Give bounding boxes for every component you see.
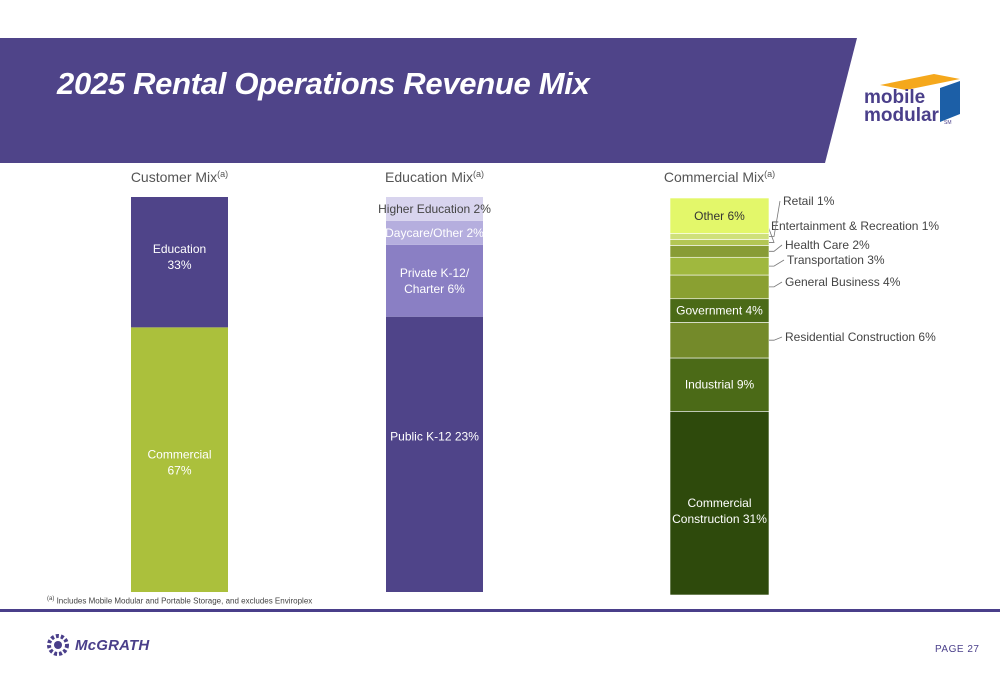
mcgrath-wordmark: McGRATH: [75, 636, 150, 654]
commercial-mix-title-note: (a): [764, 169, 775, 179]
commercial-mix-segment-residential-construction: [669, 322, 770, 359]
education-mix-segment-private-k-12-charter-label-1: Private K-12/: [400, 266, 470, 280]
commercial-mix-segment-health-care-leader-line: [769, 244, 783, 252]
customer-mix-title-note: (a): [217, 169, 228, 179]
education-mix-segment-public-k-12: [386, 316, 483, 592]
commercial-mix-segment-entertainment-recreation: [669, 239, 770, 246]
customer-mix-title: Customer Mix(a): [131, 169, 228, 185]
commercial-mix-segment-residential-construction-leader-line: [769, 336, 783, 341]
commercial-mix-segment-transportation-callout-label: Transportation 3%: [787, 253, 885, 267]
commercial-mix-segment-residential-construction-callout-label: Residential Construction 6%: [785, 330, 936, 344]
revenue-mix-charts: Customer Mix(a) Commercial 67% Education 33%…: [131, 169, 939, 596]
commercial-mix-segment-government-label: Government 4%: [676, 304, 763, 318]
commercial-mix-segment-health-care-callout-label: Health Care 2%: [785, 238, 870, 252]
logo-trademark: SM: [944, 120, 952, 126]
commercial-mix-segment-transportation: [669, 256, 770, 276]
commercial-mix-segment-retail-callout-label: Retail 1%: [783, 194, 835, 208]
education-mix-segment-higher-education-label: Higher Education 2%: [378, 202, 491, 216]
education-mix-title: Education Mix(a): [385, 169, 484, 185]
education-mix-segment-private-k-12-charter: [386, 244, 483, 317]
commercial-mix-segment-retail: [669, 233, 770, 240]
education-mix-segment-private-k-12-charter-label-2: Charter 6%: [404, 282, 465, 296]
education-mix-title-note: (a): [473, 169, 484, 179]
footnote-marker: (a): [47, 596, 55, 602]
mobile-modular-logo: mobile modular SM: [858, 70, 968, 132]
customer-mix-segment-commercial-label-2: 67%: [167, 464, 191, 478]
footnote: (a) Includes Mobile Modular and Portable…: [47, 596, 312, 606]
customer-mix-segment-commercial-label-1: Commercial: [147, 448, 211, 462]
customer-mix-segment-education-label-2: 33%: [167, 258, 191, 272]
logo-line-2: modular: [864, 105, 939, 126]
commercial-mix-segment-other-label: Other 6%: [694, 209, 745, 223]
commercial-mix-segment-commercial-construction-label-1: Commercial: [687, 496, 751, 510]
commercial-mix-segment-commercial-construction-label-2: Construction 31%: [672, 512, 767, 526]
page-number: PAGE 27: [935, 644, 980, 655]
commercial-mix-segment-entertainment-recreation-callout-label: Entertainment & Recreation 1%: [771, 219, 939, 233]
commercial-mix-segment-transportation-leader-line: [769, 259, 785, 267]
mcgrath-logo: McGRATH: [45, 632, 149, 658]
education-mix-segment-public-k-12-label: Public K-12 23%: [390, 429, 479, 443]
commercial-mix-title: Commercial Mix(a): [664, 169, 775, 185]
commercial-mix-segment-general-business-leader-line: [769, 281, 783, 288]
customer-mix-segment-education-label-1: Education: [153, 242, 206, 256]
footnote-text: Includes Mobile Modular and Portable Sto…: [56, 596, 313, 606]
commercial-mix-segment-health-care: [669, 245, 770, 258]
footer-divider: [0, 609, 1000, 612]
gear-icon: [47, 634, 69, 656]
page-title: 2025 Rental Operations Revenue Mix: [57, 66, 590, 101]
commercial-mix-segment-general-business: [669, 274, 770, 300]
commercial-mix-segment-general-business-callout-label: General Business 4%: [785, 275, 901, 289]
education-mix-segment-daycare-other-label: Daycare/Other 2%: [385, 226, 484, 240]
commercial-mix-segment-industrial-label: Industrial 9%: [685, 378, 755, 392]
